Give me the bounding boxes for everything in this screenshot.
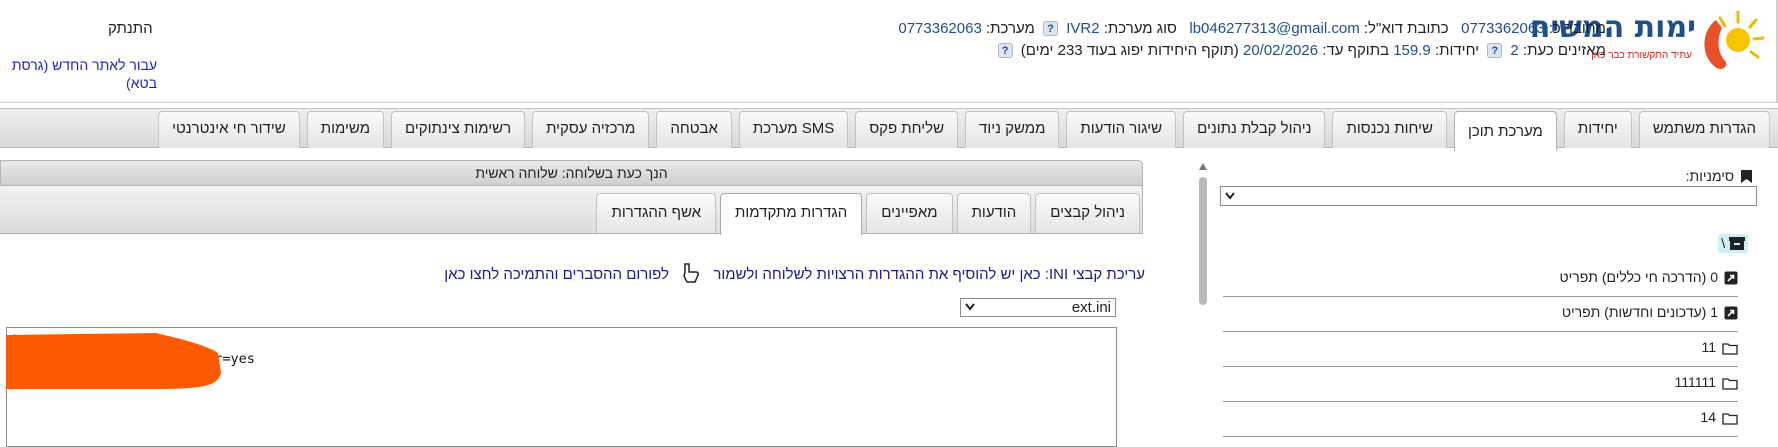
- account-info-line-1: מחובר כ: 0773362063 כתובת דוא"ל: lb04627…: [898, 20, 1606, 37]
- tree-row-label: 0 (הדרכה חי כללים) תפריט: [1559, 269, 1718, 285]
- main-tab[interactable]: רשימות צינתוקים: [391, 111, 526, 148]
- tree-row[interactable]: 111111: [1223, 367, 1738, 402]
- sidebar-scrollbar[interactable]: [1197, 163, 1209, 443]
- tree-row-content: 14: [1700, 409, 1738, 428]
- tree-row-content: 0 (הדרכה חי כללים) תפריט: [1559, 269, 1738, 288]
- tree-row-content: 11: [1701, 339, 1738, 358]
- connected-label: מחובר כ:: [1548, 20, 1606, 37]
- connected-value[interactable]: 0773362063: [1461, 20, 1544, 37]
- bookmark-icon: [1741, 170, 1752, 183]
- system-type-help-icon[interactable]: ?: [1043, 21, 1059, 36]
- account-info-line-2: מאזינים כעת: 2 ? יחידות: 159.9 בתוקף עד:…: [994, 42, 1606, 59]
- main-tab[interactable]: משימות: [306, 111, 385, 148]
- system-value[interactable]: 0773362063: [898, 20, 981, 37]
- support-forum-link[interactable]: לפורום ההסברים והתמיכה לחצו כאן: [444, 266, 669, 283]
- scroll-thumb[interactable]: [1199, 177, 1207, 305]
- tree-root-node[interactable]: \: [1718, 234, 1748, 253]
- units-value: 159.9: [1393, 42, 1431, 59]
- tree-row-label: 11: [1701, 339, 1716, 355]
- ini-instructions: עריכת קבצי INI: כאן יש להוסיף את ההגדרות…: [444, 262, 1145, 284]
- bookmarks-select[interactable]: [1220, 186, 1757, 206]
- tree-row[interactable]: 11: [1223, 332, 1738, 367]
- tree-row[interactable]: 1 (עדכונים וחדשות) תפריט: [1223, 297, 1738, 332]
- tree-row[interactable]: 0 (הדרכה חי כללים) תפריט: [1223, 262, 1738, 297]
- main-tab[interactable]: אבטחה: [656, 111, 732, 148]
- tree-root-label: \: [1721, 235, 1726, 251]
- tree-row-content: 111111: [1674, 374, 1738, 393]
- pointing-hand-icon: [683, 263, 700, 283]
- main-tabs: הגדרות משתמש יחידות מערכת תוכן שיחות נכנסות…: [158, 111, 1770, 151]
- sub-tabs: ניהול קבצים הודעות מאפיינים הגדרות מתקדמות א…: [596, 193, 1140, 235]
- scroll-up-arrow-icon[interactable]: [1199, 163, 1207, 170]
- shortcut-icon: [1724, 306, 1738, 323]
- sub-tab[interactable]: אשף ההגדרות: [596, 193, 717, 233]
- brand-logo: ימות המשיח עתיד התקשורת כבר כאן: [1530, 2, 1768, 74]
- redaction-scribble: [6, 333, 221, 389]
- bookmarks-label-text: סימניות:: [1685, 168, 1735, 184]
- main-tab[interactable]: שיגור הודעות: [1066, 111, 1177, 148]
- main-tab[interactable]: ממשק ניוד: [965, 111, 1060, 148]
- page: ימות המשיח עתיד התקשורת כבר כאן מחובר כ:…: [0, 0, 1778, 447]
- logo-tagline: עתיד התקשורת כבר כאן: [1591, 50, 1692, 61]
- ini-instructions-text: עריכת קבצי INI: כאן יש להוסיף את ההגדרות…: [713, 266, 1145, 283]
- listeners-label: מאזינים כעת:: [1522, 42, 1606, 59]
- current-extension-title: הנך כעת בשלוחה: שלוחה ראשית: [0, 160, 1143, 186]
- ini-file-select[interactable]: ext.ini: [960, 298, 1116, 317]
- bookmarks-label: סימניות:: [1686, 168, 1752, 184]
- archive-box-icon: [1729, 237, 1745, 250]
- logo-sun-icon: [1704, 10, 1765, 69]
- main-tab[interactable]: ניהול קבלת נתונים: [1183, 111, 1326, 148]
- system-type-value[interactable]: IVR2: [1066, 20, 1099, 37]
- chevron-down-icon: [1225, 192, 1235, 200]
- sub-tab[interactable]: הגדרות מתקדמות: [720, 193, 863, 235]
- shortcut-icon: [1724, 271, 1738, 288]
- main-tab[interactable]: מערכת תוכן: [1453, 111, 1557, 151]
- listeners-help-icon[interactable]: ?: [1487, 43, 1503, 58]
- tree-row[interactable]: 14: [1223, 402, 1738, 437]
- units-label: יחידות:: [1434, 42, 1480, 59]
- folder-icon: [1722, 342, 1738, 358]
- ini-file-select-value: ext.ini: [1071, 299, 1111, 316]
- main-tab[interactable]: מרכזיה עסקית: [532, 111, 650, 148]
- email-value[interactable]: lb046277313@gmail.com: [1189, 20, 1359, 37]
- chevron-down-icon: [965, 303, 975, 311]
- sub-tab[interactable]: מאפיינים: [866, 193, 953, 233]
- sub-tab[interactable]: הודעות: [956, 193, 1032, 233]
- sub-tab[interactable]: ניהול קבצים: [1035, 193, 1140, 233]
- system-type-label: סוג מערכת:: [1103, 20, 1177, 37]
- main-tab[interactable]: הגדרות משתמש: [1638, 111, 1770, 148]
- valid-until-label: בתוקף עד:: [1322, 42, 1390, 59]
- main-tab[interactable]: שליחת פקס: [855, 111, 959, 148]
- tree-row-label: 14: [1700, 409, 1716, 425]
- sub-tab-bar: ניהול קבצים הודעות מאפיינים הגדרות מתקדמות א…: [0, 186, 1143, 235]
- system-label: מערכת:: [985, 20, 1035, 37]
- main-tab[interactable]: שיחות נכנסות: [1332, 111, 1447, 148]
- folder-icon: [1722, 377, 1738, 393]
- email-label: כתובת דוא"ל:: [1363, 20, 1449, 37]
- tree-row-label: 111111: [1674, 374, 1716, 390]
- units-expiry-note: (תוקף היחידות יפוג בעוד 233 ימים): [1020, 42, 1239, 59]
- tree-row-label: 1 (עדכונים וחדשות) תפריט: [1561, 304, 1718, 320]
- folder-icon: [1722, 412, 1738, 428]
- listeners-value: 2: [1510, 42, 1519, 59]
- valid-until-value: 20/02/2026: [1242, 42, 1319, 59]
- main-tab[interactable]: יחידות: [1563, 111, 1632, 148]
- main-tab-bar: הגדרות משתמש יחידות מערכת תוכן שיחות נכנסות…: [0, 108, 1778, 151]
- logout-link[interactable]: התנתק: [108, 20, 153, 37]
- extension-tree: 0 (הדרכה חי כללים) תפריט 1 (עדכונים וחדשו…: [1223, 262, 1738, 437]
- expiry-help-icon[interactable]: ?: [997, 43, 1013, 58]
- tree-row-content: 1 (עדכונים וחדשות) תפריט: [1562, 304, 1738, 323]
- main-tab[interactable]: שידור חי אינטרנטי: [158, 111, 300, 148]
- header-bottom-divider: [0, 102, 1778, 103]
- new-site-link[interactable]: עבור לאתר החדש (גרסת בטא): [0, 56, 157, 92]
- main-tab[interactable]: מערכת SMS: [738, 111, 849, 148]
